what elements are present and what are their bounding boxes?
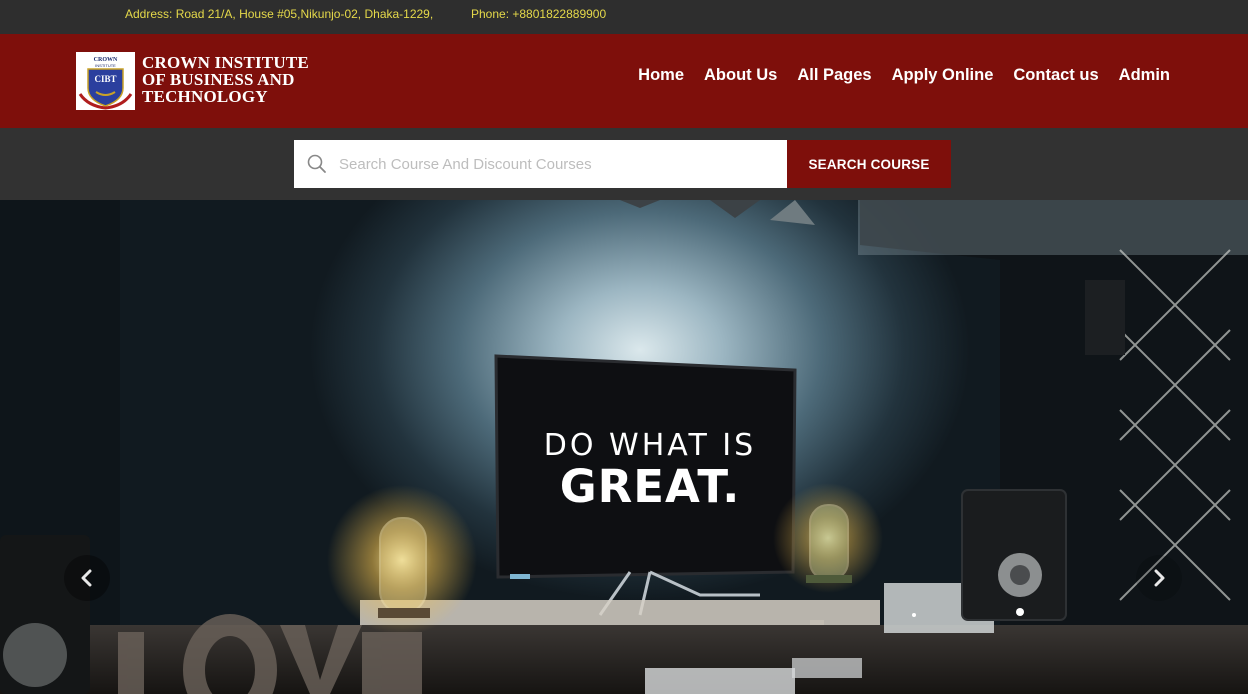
top-info-bar: Address: Road 21/A, House #05,Nikunjo-02… — [0, 0, 1248, 34]
address-text: Address: Road 21/A, House #05,Nikunjo-02… — [125, 7, 434, 21]
nav-about-us[interactable]: About Us — [704, 66, 777, 85]
nav-all-pages[interactable]: All Pages — [797, 66, 871, 85]
logo-initials: CIBT — [94, 74, 116, 84]
search-field — [294, 140, 787, 188]
main-nav: Home About Us All Pages Apply Online Con… — [638, 66, 1170, 85]
slide-headline-line1: DO WHAT IS — [543, 428, 757, 463]
site-header: CROWN INSTITUTE CIBT CROWN INSTITUTE OF … — [0, 34, 1248, 128]
crest-icon: CROWN INSTITUTE CIBT — [78, 57, 133, 110]
brand-name-line3: TECHNOLOGY — [142, 87, 268, 106]
chevron-right-icon — [1154, 569, 1165, 587]
logo-text-sub: INSTITUTE — [95, 63, 116, 68]
nav-apply-online[interactable]: Apply Online — [892, 66, 994, 85]
slider-next-button[interactable] — [1136, 555, 1182, 601]
brand-name-line2: OF BUSINESS AND — [142, 70, 295, 89]
chevron-left-icon — [81, 569, 92, 587]
logo[interactable]: CROWN INSTITUTE CIBT — [76, 52, 135, 110]
search-bar: SEARCH COURSE — [0, 128, 1248, 200]
brand-name-line1: CROWN INSTITUTE — [142, 53, 309, 72]
slider-prev-button[interactable] — [64, 555, 110, 601]
search-icon — [307, 154, 326, 173]
phone-text: Phone: +8801822889900 — [471, 7, 607, 21]
hero-slider: DO WHAT IS GREAT. — [0, 200, 1248, 694]
search-course-button[interactable]: SEARCH COURSE — [787, 140, 951, 188]
nav-home[interactable]: Home — [638, 66, 684, 85]
search-input[interactable] — [339, 140, 779, 188]
slide-headline-line2: GREAT. — [559, 460, 741, 513]
nav-admin[interactable]: Admin — [1119, 66, 1170, 85]
brand-name[interactable]: CROWN INSTITUTE OF BUSINESS AND TECHNOLO… — [142, 54, 309, 105]
nav-contact-us[interactable]: Contact us — [1013, 66, 1098, 85]
